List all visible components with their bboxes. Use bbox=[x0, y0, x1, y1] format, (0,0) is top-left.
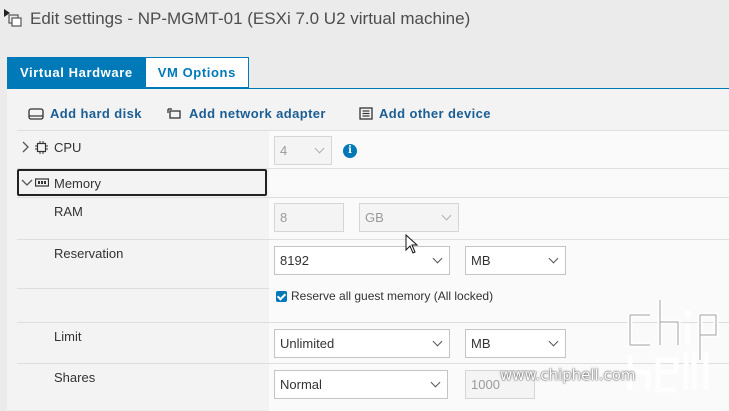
dialog-title: Edit settings - NP-MGMT-01 (ESXi 7.0 U2 … bbox=[30, 9, 471, 28]
limit-unit-value: MB bbox=[471, 336, 491, 351]
tab-vm-options[interactable]: VM Options bbox=[145, 57, 249, 88]
chevron-down-icon bbox=[432, 253, 443, 264]
chevron-down-icon bbox=[441, 210, 452, 221]
ram-row: RAM 8 GB bbox=[17, 197, 729, 240]
chiphell-watermark-logo bbox=[627, 300, 719, 393]
add-network-adapter-label: Add network adapter bbox=[189, 106, 326, 121]
limit-value-input[interactable]: Unlimited bbox=[274, 329, 450, 358]
add-other-device-button[interactable]: Add other device bbox=[359, 106, 491, 121]
cpu-row: CPU 4 i bbox=[17, 130, 729, 169]
hardware-toolbar: Add hard disk Add network adapter Add ot… bbox=[7, 89, 729, 129]
cpu-count-value: 4 bbox=[280, 143, 288, 158]
ram-size-value: 8 bbox=[280, 210, 288, 225]
shares-label: Shares bbox=[54, 370, 96, 385]
reservation-unit-select[interactable]: MB bbox=[465, 246, 566, 275]
ram-unit-value: GB bbox=[365, 210, 384, 225]
chevron-down-icon bbox=[432, 336, 443, 347]
virtual-hardware-panel: Add hard disk Add network adapter Add ot… bbox=[7, 89, 729, 411]
shares-level-value: Normal bbox=[280, 377, 322, 392]
mouse-cursor-icon bbox=[405, 234, 419, 254]
reserve-all-checkbox[interactable] bbox=[276, 291, 287, 302]
reservation-label: Reservation bbox=[54, 246, 124, 261]
limit-value: Unlimited bbox=[280, 336, 335, 351]
add-hard-disk-label: Add hard disk bbox=[50, 106, 142, 121]
ram-label: RAM bbox=[54, 204, 83, 219]
cpu-count-select[interactable]: 4 bbox=[274, 136, 332, 165]
chevron-down-icon bbox=[314, 143, 325, 154]
memory-row: Memory bbox=[17, 168, 729, 198]
reserve-all-label: Reserve all guest memory (All locked) bbox=[291, 289, 494, 303]
watermark-text: www.chiphell.com bbox=[500, 366, 636, 384]
chevron-right-icon[interactable] bbox=[21, 141, 29, 153]
tab-virtual-hardware[interactable]: Virtual Hardware bbox=[7, 57, 146, 88]
add-network-adapter-button[interactable]: Add network adapter bbox=[167, 106, 326, 121]
shares-number-value: 1000 bbox=[471, 377, 500, 392]
memory-label: Memory bbox=[54, 176, 101, 191]
cpu-icon bbox=[35, 141, 48, 154]
ram-unit-select[interactable]: GB bbox=[359, 203, 459, 232]
chevron-down-icon[interactable] bbox=[21, 179, 33, 187]
add-other-device-label: Add other device bbox=[379, 106, 491, 121]
limit-label: Limit bbox=[54, 329, 82, 344]
reservation-unit-value: MB bbox=[471, 253, 491, 268]
cpu-label: CPU bbox=[54, 140, 82, 155]
device-list-icon bbox=[359, 107, 373, 120]
chevron-down-icon bbox=[548, 253, 559, 264]
chevron-down-icon bbox=[430, 377, 441, 388]
vm-settings-icon bbox=[4, 9, 22, 27]
memory-icon bbox=[35, 178, 49, 187]
title-bar: Edit settings - NP-MGMT-01 (ESXi 7.0 U2 … bbox=[0, 0, 729, 40]
shares-level-select[interactable]: Normal bbox=[274, 370, 448, 399]
network-adapter-icon bbox=[167, 107, 181, 119]
hard-disk-icon bbox=[28, 107, 44, 120]
add-hard-disk-button[interactable]: Add hard disk bbox=[28, 106, 142, 121]
info-icon[interactable]: i bbox=[343, 144, 357, 158]
chevron-down-icon bbox=[548, 336, 559, 347]
ram-size-input[interactable]: 8 bbox=[274, 203, 344, 232]
limit-unit-select[interactable]: MB bbox=[465, 329, 566, 358]
tab-bar: Virtual Hardware VM Options bbox=[7, 57, 249, 88]
reservation-value: 8192 bbox=[280, 253, 309, 268]
reservation-value-input[interactable]: 8192 bbox=[274, 246, 450, 275]
